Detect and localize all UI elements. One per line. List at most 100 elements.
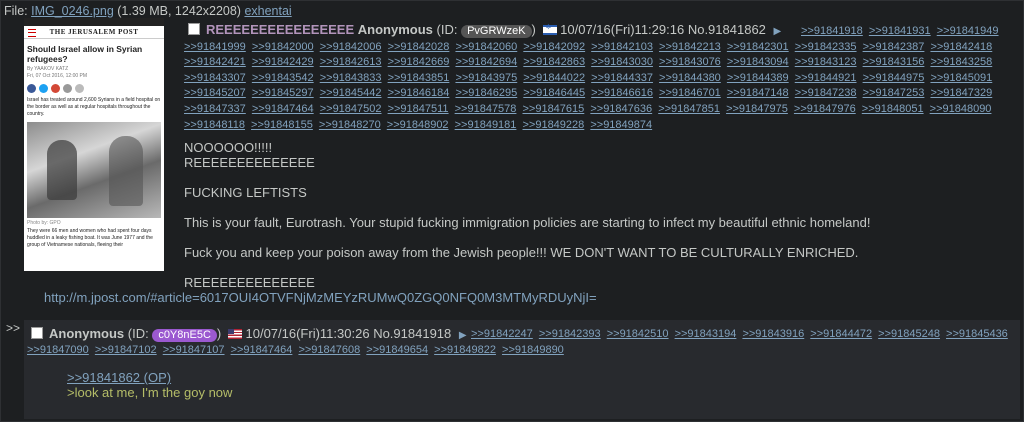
op-backlink[interactable]: >>91844380 xyxy=(659,72,721,84)
op-backlink[interactable]: >>91847253 xyxy=(863,87,925,99)
op-body-line xyxy=(184,200,870,215)
op-article-url[interactable]: http://m.jpost.com/#article=6017OUI4OTVF… xyxy=(44,290,597,305)
reply-backlink[interactable]: >>91847608 xyxy=(298,344,360,356)
op-backlink[interactable]: >>91842694 xyxy=(455,56,517,68)
op-backlink[interactable]: >>91841931 xyxy=(869,25,931,37)
op-backlink[interactable]: >>91849181 xyxy=(455,119,517,131)
op-backlink[interactable]: >>91846445 xyxy=(523,87,585,99)
op-backlink[interactable]: >>91842103 xyxy=(591,41,653,53)
op-backlink[interactable]: >>91847976 xyxy=(794,103,856,115)
op-backlink[interactable]: >>91843156 xyxy=(863,56,925,68)
op-backlink[interactable]: >>91843076 xyxy=(659,56,721,68)
op-backlink[interactable]: >>91842060 xyxy=(455,41,517,53)
op-backlink[interactable]: >>91848270 xyxy=(319,119,381,131)
op-backlink[interactable]: >>91844337 xyxy=(591,72,653,84)
op-backlink[interactable]: >>91842613 xyxy=(320,56,382,68)
reply-backlink[interactable]: >>91843194 xyxy=(675,328,737,340)
op-backlink[interactable]: >>91842028 xyxy=(388,41,450,53)
op-backlink[interactable]: >>91843833 xyxy=(320,72,382,84)
op-backlink[interactable]: >>91847615 xyxy=(522,103,584,115)
op-backlink[interactable]: >>91848051 xyxy=(862,103,924,115)
reply-backlink[interactable]: >>91842393 xyxy=(539,328,601,340)
op-backlink[interactable]: >>91847636 xyxy=(590,103,652,115)
op-backlink[interactable]: >>91849874 xyxy=(590,119,652,131)
op-backlink[interactable]: >>91842213 xyxy=(659,41,721,53)
op-backlink[interactable]: >>91841999 xyxy=(184,41,246,53)
op-backlink[interactable]: >>91847975 xyxy=(726,103,788,115)
op-backlink[interactable]: >>91842429 xyxy=(252,56,314,68)
reply-backlink[interactable]: >>91847102 xyxy=(95,344,157,356)
op-backlink[interactable]: >>91845207 xyxy=(184,87,246,99)
op-backlink[interactable]: >>91842000 xyxy=(252,41,314,53)
thumbnail-masthead: THE JERUSALEM POST xyxy=(24,26,164,39)
reply-backlink[interactable]: >>91842510 xyxy=(607,328,669,340)
op-backlink[interactable]: >>91844921 xyxy=(795,72,857,84)
file-name-link[interactable]: IMG_0246.png xyxy=(31,4,114,18)
op-backlink[interactable]: >>91842418 xyxy=(930,41,992,53)
reply-backlink[interactable]: >>91849654 xyxy=(366,344,428,356)
op-backlink[interactable]: >>91845091 xyxy=(930,72,992,84)
comment-icon xyxy=(75,84,84,93)
op-backlink[interactable]: >>91847464 xyxy=(252,103,314,115)
op-backlink[interactable]: >>91849228 xyxy=(522,119,584,131)
op-post-body: NOOOOOO!!!!! REEEEEEEEEEEEEE FUCKING LEFTI… xyxy=(184,140,870,290)
op-backlink[interactable]: >>91847502 xyxy=(320,103,382,115)
op-backlink[interactable]: >>91842863 xyxy=(523,56,585,68)
op-backlink[interactable]: >>91848118 xyxy=(184,119,245,131)
op-backlink[interactable]: >>91847148 xyxy=(727,87,789,99)
op-backlink[interactable]: >>91843258 xyxy=(930,56,992,68)
file-meta: (1.39 MB, 1242x2208) xyxy=(113,4,245,18)
op-body-line: FUCKING LEFTISTS xyxy=(184,185,307,200)
op-body-line: REEEEEEEEEEEEEE xyxy=(184,275,315,290)
op-backlink[interactable]: >>91848155 xyxy=(251,119,313,131)
op-backlink[interactable]: >>91845442 xyxy=(320,87,382,99)
reply-backlink[interactable]: >>91845436 xyxy=(946,328,1008,340)
op-backlink[interactable]: >>91843123 xyxy=(795,56,857,68)
op-backlink[interactable]: >>91843851 xyxy=(388,72,450,84)
reply-backlink[interactable]: >>91845248 xyxy=(878,328,940,340)
reply-backlink[interactable]: >>91849822 xyxy=(434,344,496,356)
op-backlink[interactable]: >>91847329 xyxy=(930,87,992,99)
op-backlink[interactable]: >>91842301 xyxy=(727,41,789,53)
reply-backlink[interactable]: >>91842247 xyxy=(471,328,533,340)
reply-backlink[interactable]: >>91847464 xyxy=(231,344,293,356)
op-backlink[interactable]: >>91848090 xyxy=(930,103,992,115)
op-backlink[interactable]: >>91846616 xyxy=(591,87,653,99)
op-backlink[interactable]: >>91842092 xyxy=(523,41,585,53)
op-backlink[interactable]: >>91842421 xyxy=(184,56,246,68)
op-article-link[interactable]: http://m.jpost.com/#article=6017OUI4OTVF… xyxy=(44,290,597,305)
op-backlink[interactable]: >>91846295 xyxy=(455,87,517,99)
op-backlink[interactable]: >>91842387 xyxy=(863,41,925,53)
op-backlink[interactable]: >>91847851 xyxy=(658,103,720,115)
op-backlink[interactable]: >>91843975 xyxy=(455,72,517,84)
reply-backlink[interactable]: >>91849890 xyxy=(502,344,564,356)
op-backlink[interactable]: >>91841949 xyxy=(937,25,999,37)
op-backlink[interactable]: >>91847578 xyxy=(455,103,517,115)
thumbnail-credit: Photo by: GPO xyxy=(27,220,61,226)
op-backlink[interactable]: >>91842335 xyxy=(795,41,857,53)
reply-backlink[interactable]: >>91844472 xyxy=(810,328,872,340)
op-backlink[interactable]: >>91843030 xyxy=(591,56,653,68)
op-backlink[interactable]: >>91842669 xyxy=(388,56,450,68)
post-thumbnail[interactable]: THE JERUSALEM POST Should Israel allow i… xyxy=(24,18,164,271)
op-backlink[interactable]: >>91844389 xyxy=(727,72,789,84)
op-backlink[interactable]: >>91847337 xyxy=(184,103,246,115)
reply-backlink[interactable]: >>91843916 xyxy=(742,328,804,340)
reply-quote-link[interactable]: >>91841862 (OP) xyxy=(67,370,171,385)
op-backlink[interactable]: >>91847238 xyxy=(795,87,857,99)
op-backlink[interactable]: >>91846184 xyxy=(388,87,450,99)
op-backlink[interactable]: >>91848902 xyxy=(387,119,449,131)
reply-backlink[interactable]: >>91847107 xyxy=(163,344,225,356)
op-backlink[interactable]: >>91842006 xyxy=(320,41,382,53)
op-backlink[interactable]: >>91845297 xyxy=(252,87,314,99)
op-backlink[interactable]: >>91844975 xyxy=(863,72,925,84)
reply-backlink[interactable]: >>91847090 xyxy=(27,344,89,356)
op-backlink[interactable]: >>91843542 xyxy=(252,72,314,84)
op-backlink[interactable]: >>91841918 xyxy=(801,25,863,37)
op-backlink[interactable]: >>91847511 xyxy=(388,103,449,115)
op-backlink[interactable]: >>91846701 xyxy=(659,87,721,99)
op-backlink[interactable]: >>91844022 xyxy=(523,72,585,84)
file-source-link[interactable]: exhentai xyxy=(244,4,291,18)
op-backlink[interactable]: >>91843307 xyxy=(184,72,246,84)
op-backlink[interactable]: >>91843094 xyxy=(727,56,789,68)
